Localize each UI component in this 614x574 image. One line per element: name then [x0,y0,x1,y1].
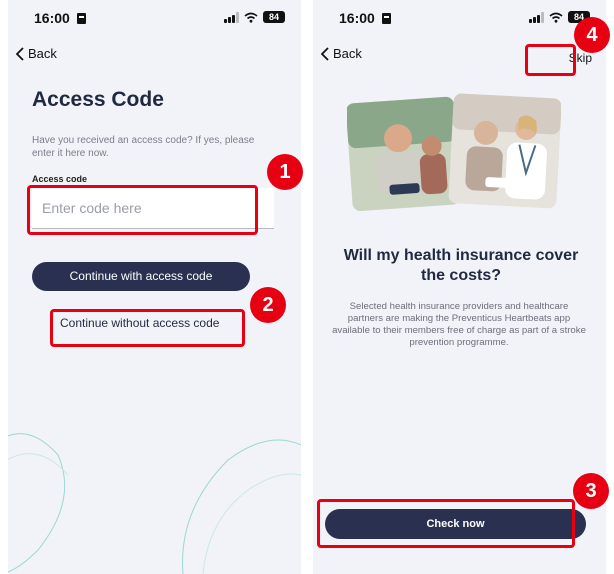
wifi-icon [549,12,563,23]
highlight-box-skip [525,44,576,76]
highlight-box-access-code-input [27,185,258,235]
status-icons: 84 [224,11,285,23]
battery-icon: 84 [263,11,285,23]
callout-badge-1: 1 [267,154,303,190]
back-label: Back [28,46,57,61]
hero-photo-collage [347,93,561,212]
page-description: Have you received an access code? If yes… [32,135,255,159]
decorative-arcs [8,433,301,574]
back-label: Back [333,46,362,61]
access-code-label: Access code [32,174,88,184]
headline: Will my health insurance cover the costs… [343,247,579,284]
callout-badge-3: 3 [573,473,609,509]
body-text: Selected health insurance providers and … [332,301,586,348]
sim-icon [77,13,86,24]
sim-icon [382,13,391,24]
highlight-box-continue-without-code [50,309,245,347]
access-code-screen: 16:00 84 Back Access Code Have you recei… [8,0,301,574]
continue-with-code-button[interactable]: Continue with access code [32,262,250,291]
back-button[interactable]: Back [321,46,362,61]
highlight-box-check-now [317,499,575,548]
status-bar: 16:00 84 [339,10,590,28]
callout-badge-2: 2 [250,287,286,323]
back-button[interactable]: Back [16,46,57,61]
status-bar: 16:00 84 [34,10,285,28]
callout-badge-4: 4 [574,17,610,53]
wifi-icon [244,12,258,23]
insurance-info-screen: 16:00 84 Back Skip Will my health insura… [313,0,606,574]
status-time: 16:00 [339,10,375,26]
chevron-left-icon [321,46,329,61]
status-time: 16:00 [34,10,70,26]
signal-icon [224,11,239,23]
signal-icon [529,11,544,23]
page-title: Access Code [32,88,164,111]
chevron-left-icon [16,46,24,61]
